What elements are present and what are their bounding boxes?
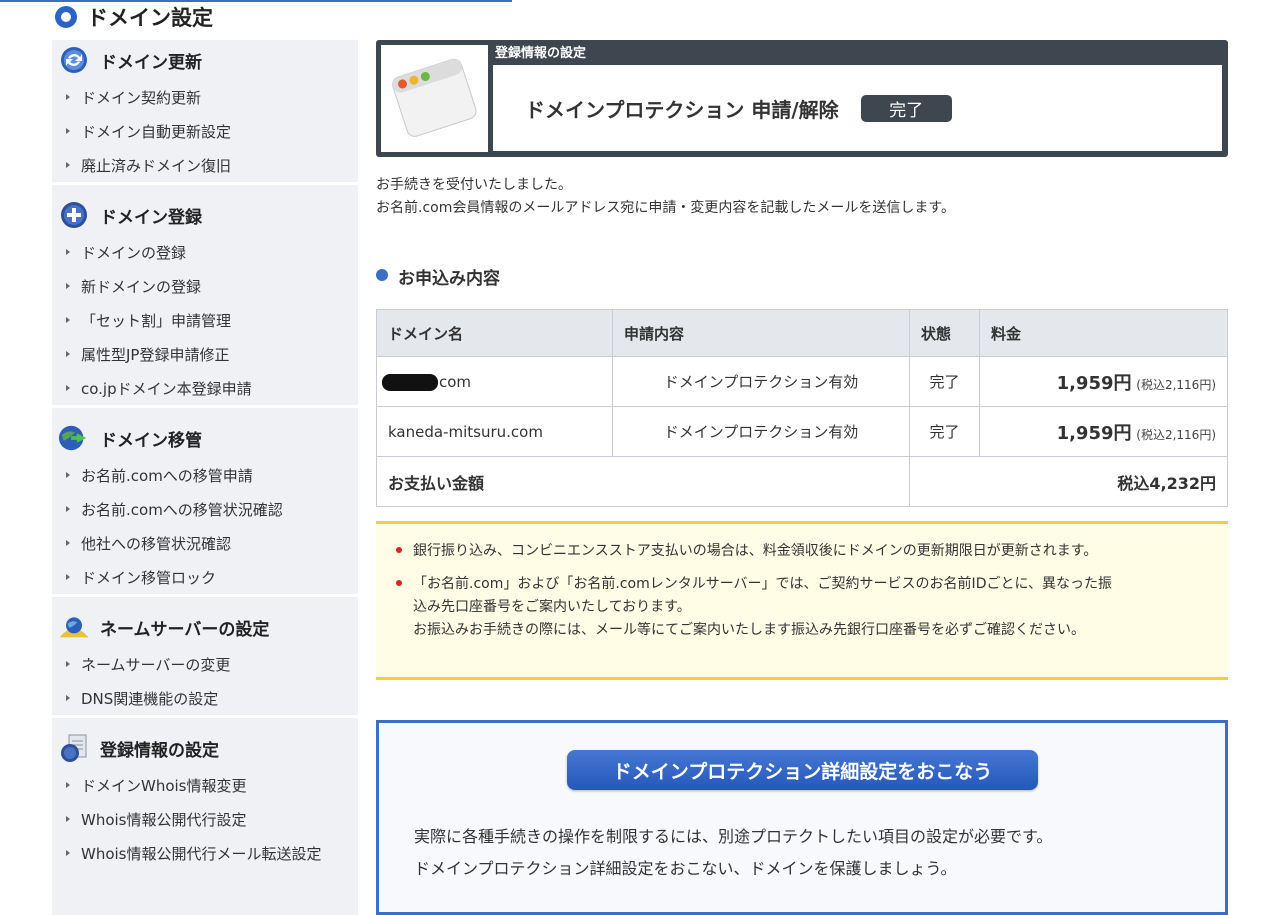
sidebar-link-set-discount[interactable]: 「セット割」申請管理	[52, 303, 358, 337]
main-content: 登録情報の設定 ドメインプロテクション 申請/解除 完了 お手続きを受付いたしま…	[376, 40, 1228, 915]
header-category-label: 登録情報の設定	[495, 46, 587, 61]
refresh-icon	[58, 44, 90, 76]
sidebar-link-whois-proxy[interactable]: Whois情報公開代行設定	[52, 802, 358, 836]
total-label: お支払い金額	[376, 456, 910, 507]
sidebar-link-whois-change[interactable]: ドメインWhois情報変更	[52, 768, 358, 802]
sidebar-section-renewal: ドメイン更新 ドメイン契約更新 ドメイン自動更新設定 廃止済みドメイン復旧	[52, 40, 358, 185]
domain-cell: com	[376, 356, 613, 407]
header-title: ドメインプロテクション 申請/解除	[525, 97, 839, 122]
sidebar-link-cojp-registration[interactable]: co.jpドメイン本登録申請	[52, 371, 358, 405]
sidebar-section-header: ドメイン移管	[52, 418, 358, 458]
arrow-icon	[66, 574, 70, 580]
sidebar-link-dns-settings[interactable]: DNS関連機能の設定	[52, 681, 358, 715]
arrow-icon	[66, 128, 70, 134]
plus-icon	[58, 199, 90, 231]
message-line: お名前.com会員情報のメールアドレス宛に申請・変更内容を記載したメールを送信し…	[376, 200, 955, 216]
sidebar-link-change-nameserver[interactable]: ネームサーバーの変更	[52, 647, 358, 681]
arrow-icon	[66, 850, 70, 856]
sidebar-link-auto-renewal[interactable]: ドメイン自動更新設定	[52, 114, 358, 148]
page-title: ドメイン設定	[55, 2, 213, 32]
sidebar-section-transfer: ドメイン移管 お名前.comへの移管申請 お名前.comへの移管状況確認 他社へ…	[52, 418, 358, 597]
bullet-icon	[396, 547, 402, 553]
fee-cell: 1,959円 (税込2,116円)	[979, 406, 1228, 457]
redacted-mark	[382, 373, 438, 391]
table-row: kaneda-mitsuru.com ドメインプロテクション有効 完了 1,95…	[376, 406, 1228, 457]
table-header-row: ドメイン名 申請内容 状態 料金	[376, 309, 1228, 357]
total-value: 税込4,232円	[909, 456, 1228, 507]
fee-cell: 1,959円 (税込2,116円)	[979, 356, 1228, 407]
column-header-domain: ドメイン名	[376, 309, 613, 357]
sidebar-section-header: ドメイン更新	[52, 40, 358, 80]
arrow-icon	[66, 782, 70, 788]
arrow-icon	[66, 661, 70, 667]
protection-settings-box: ドメインプロテクション詳細設定をおこなう 実際に各種手続きの操作を制限するには、…	[376, 720, 1228, 915]
sidebar-link-transfer-lock[interactable]: ドメイン移管ロック	[52, 560, 358, 594]
window-icon	[381, 45, 488, 152]
arrow-icon	[66, 506, 70, 512]
completion-header: 登録情報の設定 ドメインプロテクション 申請/解除 完了	[376, 40, 1228, 157]
sidebar-link-restore-domain[interactable]: 廃止済みドメイン復旧	[52, 148, 358, 182]
arrow-icon	[66, 472, 70, 478]
column-header-fee: 料金	[979, 309, 1228, 357]
sidebar-section-header: ネームサーバーの設定	[52, 607, 358, 647]
protection-description: 実際に各種手続きの操作を制限するには、別途プロテクトしたい項目の設定が必要です。…	[414, 827, 1053, 878]
sidebar-link-whois-mail-forward[interactable]: Whois情報公開代行メール転送設定	[52, 836, 358, 870]
arrow-icon	[66, 317, 70, 323]
arrow-icon	[66, 695, 70, 701]
sidebar-link-contract-renewal[interactable]: ドメイン契約更新	[52, 80, 358, 114]
arrow-icon	[66, 540, 70, 546]
sidebar-section-header: 登録情報の設定	[52, 728, 358, 768]
status-cell: 完了	[909, 356, 980, 407]
content-cell: ドメインプロテクション有効	[612, 406, 910, 457]
sidebar-section-registration: ドメイン登録 ドメインの登録 新ドメインの登録 「セット割」申請管理 属性型JP…	[52, 195, 358, 408]
header-panel: ドメインプロテクション 申請/解除 完了	[493, 65, 1222, 151]
status-badge: 完了	[860, 94, 952, 122]
completion-message: お手続きを受付いたしました。 お名前.com会員情報のメールアドレス宛に申請・変…	[376, 174, 1228, 220]
arrow-icon	[66, 816, 70, 822]
column-header-content: 申請内容	[612, 309, 910, 357]
order-table: ドメイン名 申請内容 状態 料金 com ドメインプロテクション有効 完了 1,…	[376, 309, 1228, 507]
bullet-icon	[396, 580, 402, 586]
sidebar-link-register-domain[interactable]: ドメインの登録	[52, 235, 358, 269]
notice-item: 銀行振り込み、コンビニエンスストア支払いの場合は、料金領収後にドメインの更新期限…	[396, 540, 1228, 563]
sidebar-link-register-new-domain[interactable]: 新ドメインの登録	[52, 269, 358, 303]
heading-bullet-icon	[376, 269, 388, 281]
content-cell: ドメインプロテクション有効	[612, 356, 910, 407]
document-globe-icon	[58, 732, 90, 764]
sidebar-link-transfer-request[interactable]: お名前.comへの移管申請	[52, 458, 358, 492]
title-bullet-icon	[55, 6, 77, 28]
payment-notice: 銀行振り込み、コンビニエンスストア支払いの場合は、料金領収後にドメインの更新期限…	[376, 521, 1228, 680]
arrow-icon	[66, 385, 70, 391]
status-cell: 完了	[909, 406, 980, 457]
order-section-heading: お申込み内容	[376, 264, 1228, 289]
arrow-icon	[66, 94, 70, 100]
sidebar: ドメイン更新 ドメイン契約更新 ドメイン自動更新設定 廃止済みドメイン復旧 ドメ…	[52, 40, 358, 915]
protection-detail-settings-button[interactable]: ドメインプロテクション詳細設定をおこなう	[567, 750, 1038, 790]
sidebar-section-header: ドメイン登録	[52, 195, 358, 235]
sidebar-section-registrant: 登録情報の設定 ドメインWhois情報変更 Whois情報公開代行設定 Whoi…	[52, 728, 358, 870]
arrow-icon	[66, 283, 70, 289]
notice-item: 「お名前.com」および「お名前.comレンタルサーバー」では、ご契約サービスの…	[396, 573, 1228, 642]
sidebar-section-nameserver: ネームサーバーの設定 ネームサーバーの変更 DNS関連機能の設定	[52, 607, 358, 718]
server-globe-icon	[58, 611, 90, 643]
total-row: お支払い金額 税込4,232円	[376, 456, 1228, 507]
sidebar-link-jp-fix[interactable]: 属性型JP登録申請修正	[52, 337, 358, 371]
sidebar-link-outbound-status[interactable]: 他社への移管状況確認	[52, 526, 358, 560]
domain-cell: kaneda-mitsuru.com	[376, 406, 613, 457]
message-line: お手続きを受付いたしました。	[376, 177, 572, 193]
column-header-status: 状態	[909, 309, 980, 357]
arrow-icon	[66, 249, 70, 255]
table-row: com ドメインプロテクション有効 完了 1,959円 (税込2,116円)	[376, 356, 1228, 407]
globe-transfer-icon	[58, 422, 90, 454]
sidebar-link-transfer-status[interactable]: お名前.comへの移管状況確認	[52, 492, 358, 526]
arrow-icon	[66, 351, 70, 357]
arrow-icon	[66, 162, 70, 168]
